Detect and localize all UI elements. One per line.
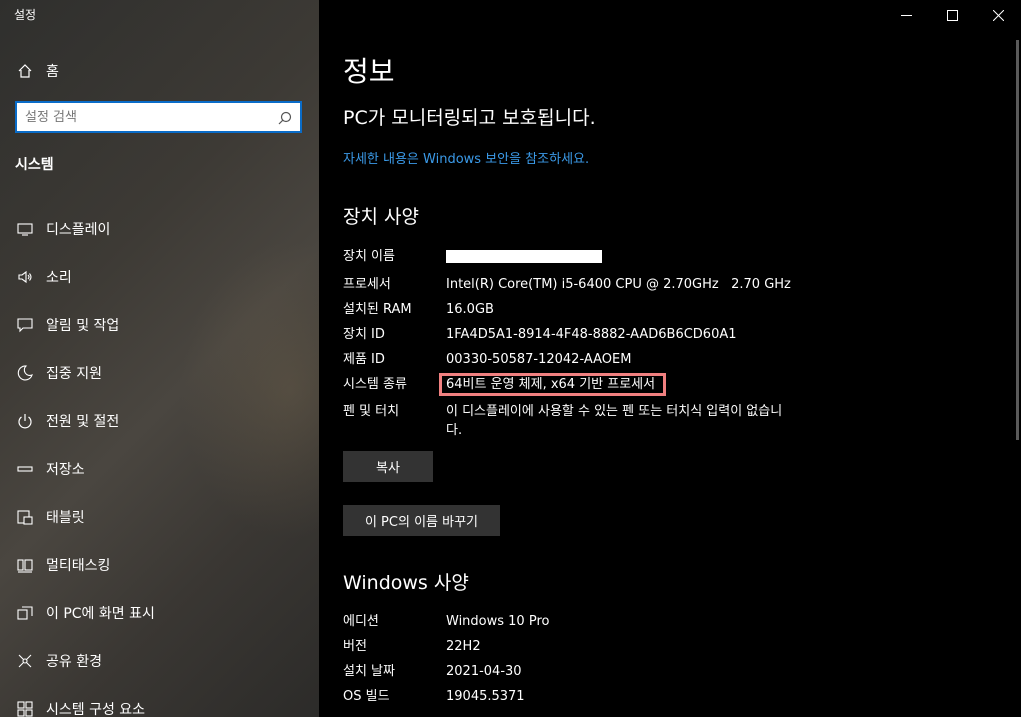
minimize-icon xyxy=(900,6,912,25)
spec-key: 프로세서 xyxy=(343,277,391,292)
project-icon xyxy=(16,604,34,622)
sidebar-item-notifications[interactable]: 알림 및 작업 xyxy=(0,301,319,349)
notification-icon xyxy=(16,316,34,334)
spec-value: 16.0GB xyxy=(446,302,494,317)
copy-button[interactable]: 복사 xyxy=(343,451,433,482)
sidebar-item-tablet[interactable]: 태블릿 xyxy=(0,493,319,541)
sidebar-item-multitasking[interactable]: 멀티태스킹 xyxy=(0,541,319,589)
multitasking-icon xyxy=(16,556,34,574)
moon-icon xyxy=(16,364,34,382)
spec-row-system-type: 시스템 종류 64비트 운영 체제, x64 기반 프로세서 xyxy=(343,373,1003,396)
spec-key: 제품 ID xyxy=(343,352,385,367)
sidebar-item-label: 집중 지원 xyxy=(46,366,102,382)
speaker-icon xyxy=(16,268,34,286)
minimize-button[interactable] xyxy=(883,0,929,30)
page-title: 정보 xyxy=(343,55,395,88)
components-icon xyxy=(16,700,34,717)
sidebar-item-label: 디스플레이 xyxy=(46,222,111,238)
spec-value xyxy=(446,247,806,269)
security-link[interactable]: 자세한 내용은 Windows 보안을 참조하세요. xyxy=(343,148,589,167)
search-box xyxy=(15,101,302,133)
spec-row-install-date: 설치 날짜 2021-04-30 xyxy=(343,662,1003,681)
sidebar-item-label: 시스템 구성 요소 xyxy=(46,702,146,717)
spec-key: 펜 및 터치 xyxy=(343,404,400,419)
sidebar-item-components[interactable]: 시스템 구성 요소 xyxy=(0,685,319,717)
close-button[interactable] xyxy=(975,0,1021,30)
spec-key: OS 빌드 xyxy=(343,689,390,704)
sidebar-item-label: 저장소 xyxy=(46,462,85,478)
sidebar-item-label: 태블릿 xyxy=(46,510,85,526)
home-icon xyxy=(16,62,34,80)
spec-row-pen-touch: 펜 및 터치 이 디스플레이에 사용할 수 있는 펜 또는 터치식 입력이 없습… xyxy=(343,402,1003,440)
sidebar-item-project[interactable]: 이 PC에 화면 표시 xyxy=(0,589,319,637)
maximize-icon xyxy=(946,6,958,25)
spec-key: 버전 xyxy=(343,639,367,654)
spec-value: 이 디스플레이에 사용할 수 있는 펜 또는 터치식 입력이 없습니다. xyxy=(446,404,783,438)
spec-key: 설치 날짜 xyxy=(343,664,395,679)
sidebar-item-label: 전원 및 절전 xyxy=(46,414,120,430)
spec-key: 장치 ID xyxy=(343,327,385,342)
device-specs-heading: 장치 사양 xyxy=(343,206,419,228)
sidebar-item-label: 공유 환경 xyxy=(46,654,102,670)
spec-value: 64비트 운영 체제, x64 기반 프로세서 xyxy=(439,373,806,396)
sidebar-item-power[interactable]: 전원 및 절전 xyxy=(0,397,319,445)
scrollbar[interactable] xyxy=(1016,40,1019,440)
sidebar-item-label: 멀티태스킹 xyxy=(46,558,111,574)
maximize-button[interactable] xyxy=(929,0,975,30)
redacted-device-name xyxy=(446,250,602,263)
search-icon[interactable] xyxy=(278,110,292,125)
section-title: 시스템 xyxy=(15,157,54,173)
rename-pc-button[interactable]: 이 PC의 이름 바꾸기 xyxy=(343,505,500,536)
sidebar-item-label: 알림 및 작업 xyxy=(46,318,120,334)
sidebar-item-focus-assist[interactable]: 집중 지원 xyxy=(0,349,319,397)
app-title: 설정 xyxy=(14,8,37,22)
share-icon xyxy=(16,652,34,670)
spec-row-device-id: 장치 ID 1FA4D5A1-8914-4F48-8882-AAD6B6CD60… xyxy=(343,325,1003,344)
highlighted-system-type: 64비트 운영 체제, x64 기반 프로세서 xyxy=(439,373,667,396)
windows-specs-heading: Windows 사양 xyxy=(343,572,469,594)
spec-row-processor: 프로세서 Intel(R) Core(TM) i5-6400 CPU @ 2.7… xyxy=(343,275,1003,294)
spec-value: 22H2 xyxy=(446,639,481,654)
spec-value: 19045.5371 xyxy=(446,689,525,704)
sidebar-item-storage[interactable]: 저장소 xyxy=(0,445,319,493)
spec-row-device-name: 장치 이름 xyxy=(343,247,1003,269)
spec-value: Intel(R) Core(TM) i5-6400 CPU @ 2.70GHz … xyxy=(446,277,791,292)
spec-row-os-build: OS 빌드 19045.5371 xyxy=(343,687,1003,706)
spec-row-ram: 설치된 RAM 16.0GB xyxy=(343,300,1003,319)
spec-value: 1FA4D5A1-8914-4F48-8882-AAD6B6CD60A1 xyxy=(446,327,737,342)
power-icon xyxy=(16,412,34,430)
device-specs-list: 장치 이름 프로세서 Intel(R) Core(TM) i5-6400 CPU… xyxy=(343,247,1003,446)
spec-key: 장치 이름 xyxy=(343,249,395,264)
sidebar-item-label: 이 PC에 화면 표시 xyxy=(46,606,155,622)
sidebar-item-display[interactable]: 디스플레이 xyxy=(0,205,319,253)
protection-status: PC가 모니터링되고 보호됩니다. xyxy=(343,107,596,129)
spec-value: 2021-04-30 xyxy=(446,664,522,679)
main-content: 정보 PC가 모니터링되고 보호됩니다. 자세한 내용은 Windows 보안을… xyxy=(319,0,1021,717)
spec-row-version: 버전 22H2 xyxy=(343,637,1003,656)
windows-specs-list: 에디션 Windows 10 Pro 버전 22H2 설치 날짜 2021-04… xyxy=(343,612,1003,712)
spec-key: 에디션 xyxy=(343,614,379,629)
search-input[interactable] xyxy=(25,108,265,126)
spec-key: 시스템 종류 xyxy=(343,377,407,392)
home-nav[interactable]: 홈 xyxy=(16,60,59,82)
spec-key: 설치된 RAM xyxy=(343,302,412,317)
window-controls xyxy=(883,0,1021,30)
spec-value: 00330-50587-12042-AAOEM xyxy=(446,352,632,367)
spec-row-edition: 에디션 Windows 10 Pro xyxy=(343,612,1003,631)
sidebar-item-label: 소리 xyxy=(46,270,72,286)
sidebar: 설정 홈 시스템 디스플레이 소리 알림 및 작 xyxy=(0,0,319,717)
sidebar-item-shared[interactable]: 공유 환경 xyxy=(0,637,319,685)
spec-row-product-id: 제품 ID 00330-50587-12042-AAOEM xyxy=(343,350,1003,369)
sidebar-nav: 디스플레이 소리 알림 및 작업 집중 지원 전원 및 절전 저장소 태블릿 멀… xyxy=(0,205,319,717)
close-icon xyxy=(992,6,1004,25)
tablet-icon xyxy=(16,508,34,526)
sidebar-item-sound[interactable]: 소리 xyxy=(0,253,319,301)
spec-value: Windows 10 Pro xyxy=(446,614,550,629)
display-icon xyxy=(16,220,34,238)
storage-icon xyxy=(16,460,34,478)
home-label: 홈 xyxy=(46,64,59,80)
